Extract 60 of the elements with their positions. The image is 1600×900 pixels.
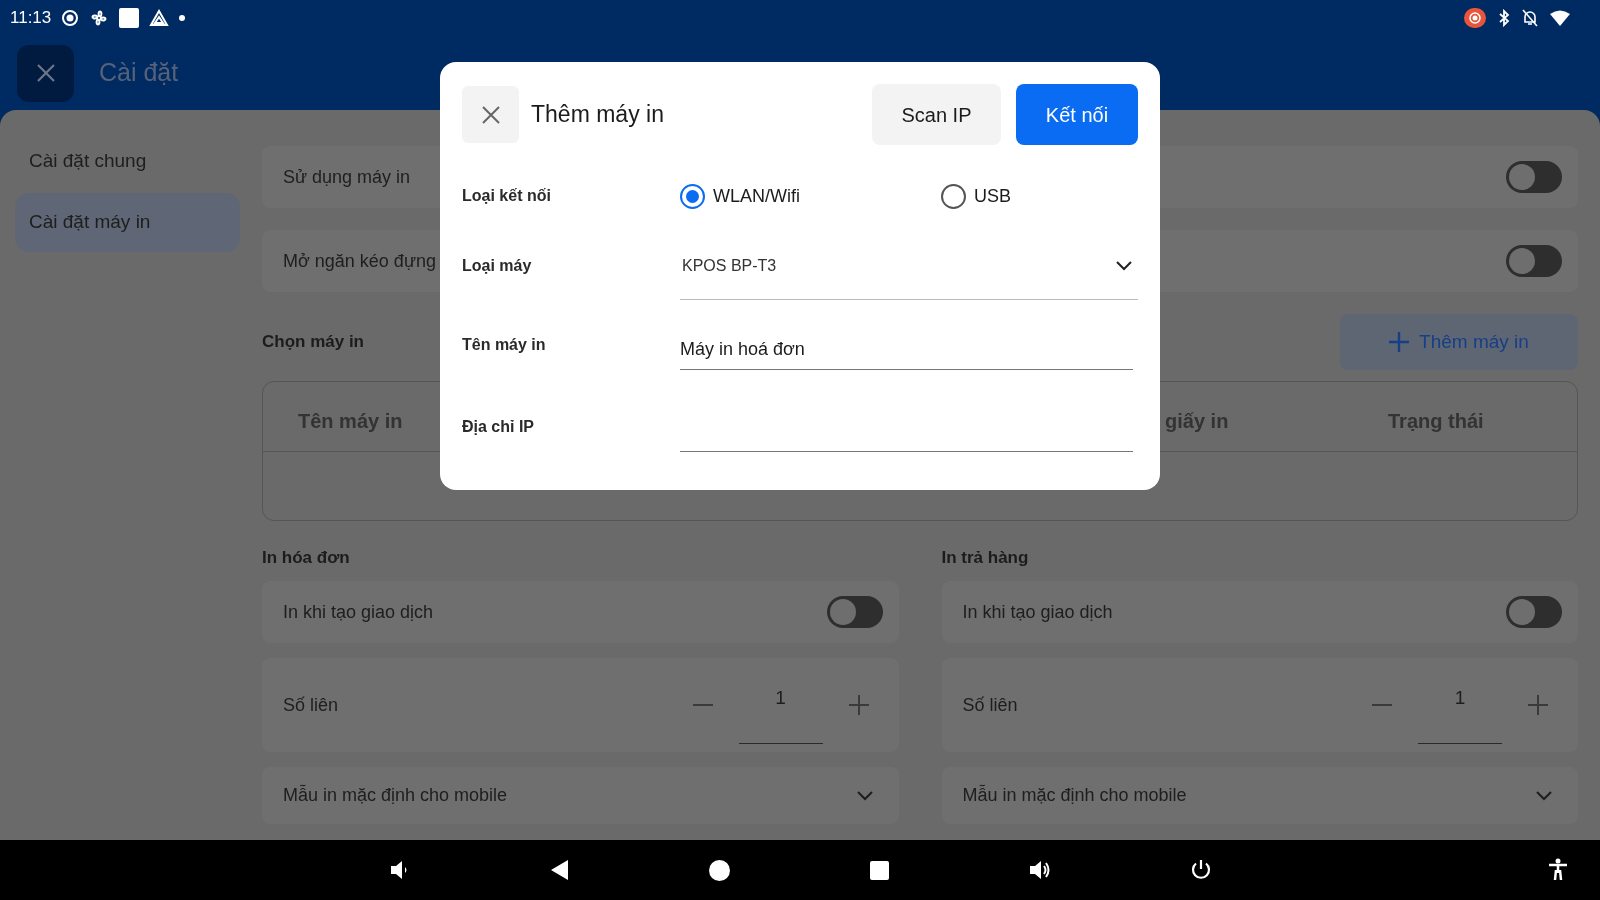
home-icon (709, 860, 730, 881)
muted-bell-icon (1522, 9, 1538, 27)
setting-label: In khi tạo giao dịch (962, 600, 1113, 624)
field-label: Địa chỉ IP (462, 417, 536, 437)
dot-icon (179, 15, 186, 21)
setting-label: In khi tạo giao dịch (283, 600, 434, 624)
page-title: Cài đặt (99, 57, 179, 89)
minus-icon (692, 704, 713, 706)
clock: 11:13 (10, 7, 52, 30)
back-icon (550, 860, 570, 880)
setting-label: Mở ngăn kéo đựng (283, 249, 436, 273)
text-field[interactable]: Máy in hoá đơn (680, 300, 1133, 370)
copies-field[interactable]: 1 (738, 684, 823, 744)
toggle-switch[interactable] (826, 596, 883, 628)
copies-field[interactable]: 1 (1418, 684, 1502, 744)
close-button[interactable] (17, 44, 74, 102)
connect-button[interactable]: Kết nối (1016, 84, 1138, 145)
sidebar-item[interactable]: Cài đặt máy in (15, 193, 240, 252)
plus-icon (1528, 695, 1548, 715)
section-title: Chọn máy in (262, 331, 364, 354)
template-dropdown[interactable]: Mẫu in mặc định cho mobile (941, 767, 1578, 824)
section-title: In trả hàng (941, 547, 1030, 569)
setting-label: Số liên (283, 693, 340, 717)
chevron-down-icon (1116, 260, 1132, 271)
minus-icon (1372, 704, 1392, 706)
radio-option[interactable]: WLAN/Wifi (680, 182, 941, 210)
field-label: Loại kết nối (462, 186, 552, 206)
wifi-icon (1550, 10, 1570, 26)
setting-label: Số liên (962, 693, 1019, 717)
plus-icon (1389, 332, 1410, 352)
square-icon (119, 8, 140, 28)
power-icon (1190, 859, 1212, 881)
column-header: Trạng thái (1388, 409, 1484, 434)
toggle-switch[interactable] (1506, 245, 1562, 277)
accessibility-icon (1548, 858, 1568, 882)
close-button[interactable] (462, 86, 519, 143)
section-title: In hóa đơn (262, 547, 351, 569)
sidebar-item[interactable]: Cài đặt chung (15, 132, 240, 191)
close-icon (35, 63, 56, 83)
template-dropdown[interactable]: Mẫu in mặc định cho mobile (262, 767, 899, 824)
toggle-switch[interactable] (1506, 596, 1562, 628)
field-label: Tên máy in (462, 335, 547, 355)
printer-model-dropdown[interactable]: KPOS BP-T3 (680, 232, 1138, 300)
bluetooth-icon (1498, 9, 1510, 27)
chevron-down-icon (856, 790, 873, 801)
scan-ip-button[interactable]: Scan IP (872, 84, 1001, 145)
radio-option[interactable]: USB (941, 182, 1202, 210)
record-icon (61, 9, 80, 27)
triangle-icon (149, 9, 170, 27)
toggle-switch[interactable] (1506, 161, 1562, 193)
volume-up-icon (1028, 859, 1052, 881)
close-icon (481, 105, 500, 124)
chevron-down-icon (1536, 790, 1552, 801)
add-printer-button[interactable]: Thêm máy in (1340, 314, 1578, 370)
field-label: Loại máy (462, 256, 533, 276)
plus-icon (848, 695, 869, 715)
record-icon (1464, 8, 1486, 28)
dialog-title: Thêm máy in (531, 100, 665, 130)
recents-icon (870, 861, 889, 880)
setting-label: Sử dụng máy in (283, 165, 411, 189)
